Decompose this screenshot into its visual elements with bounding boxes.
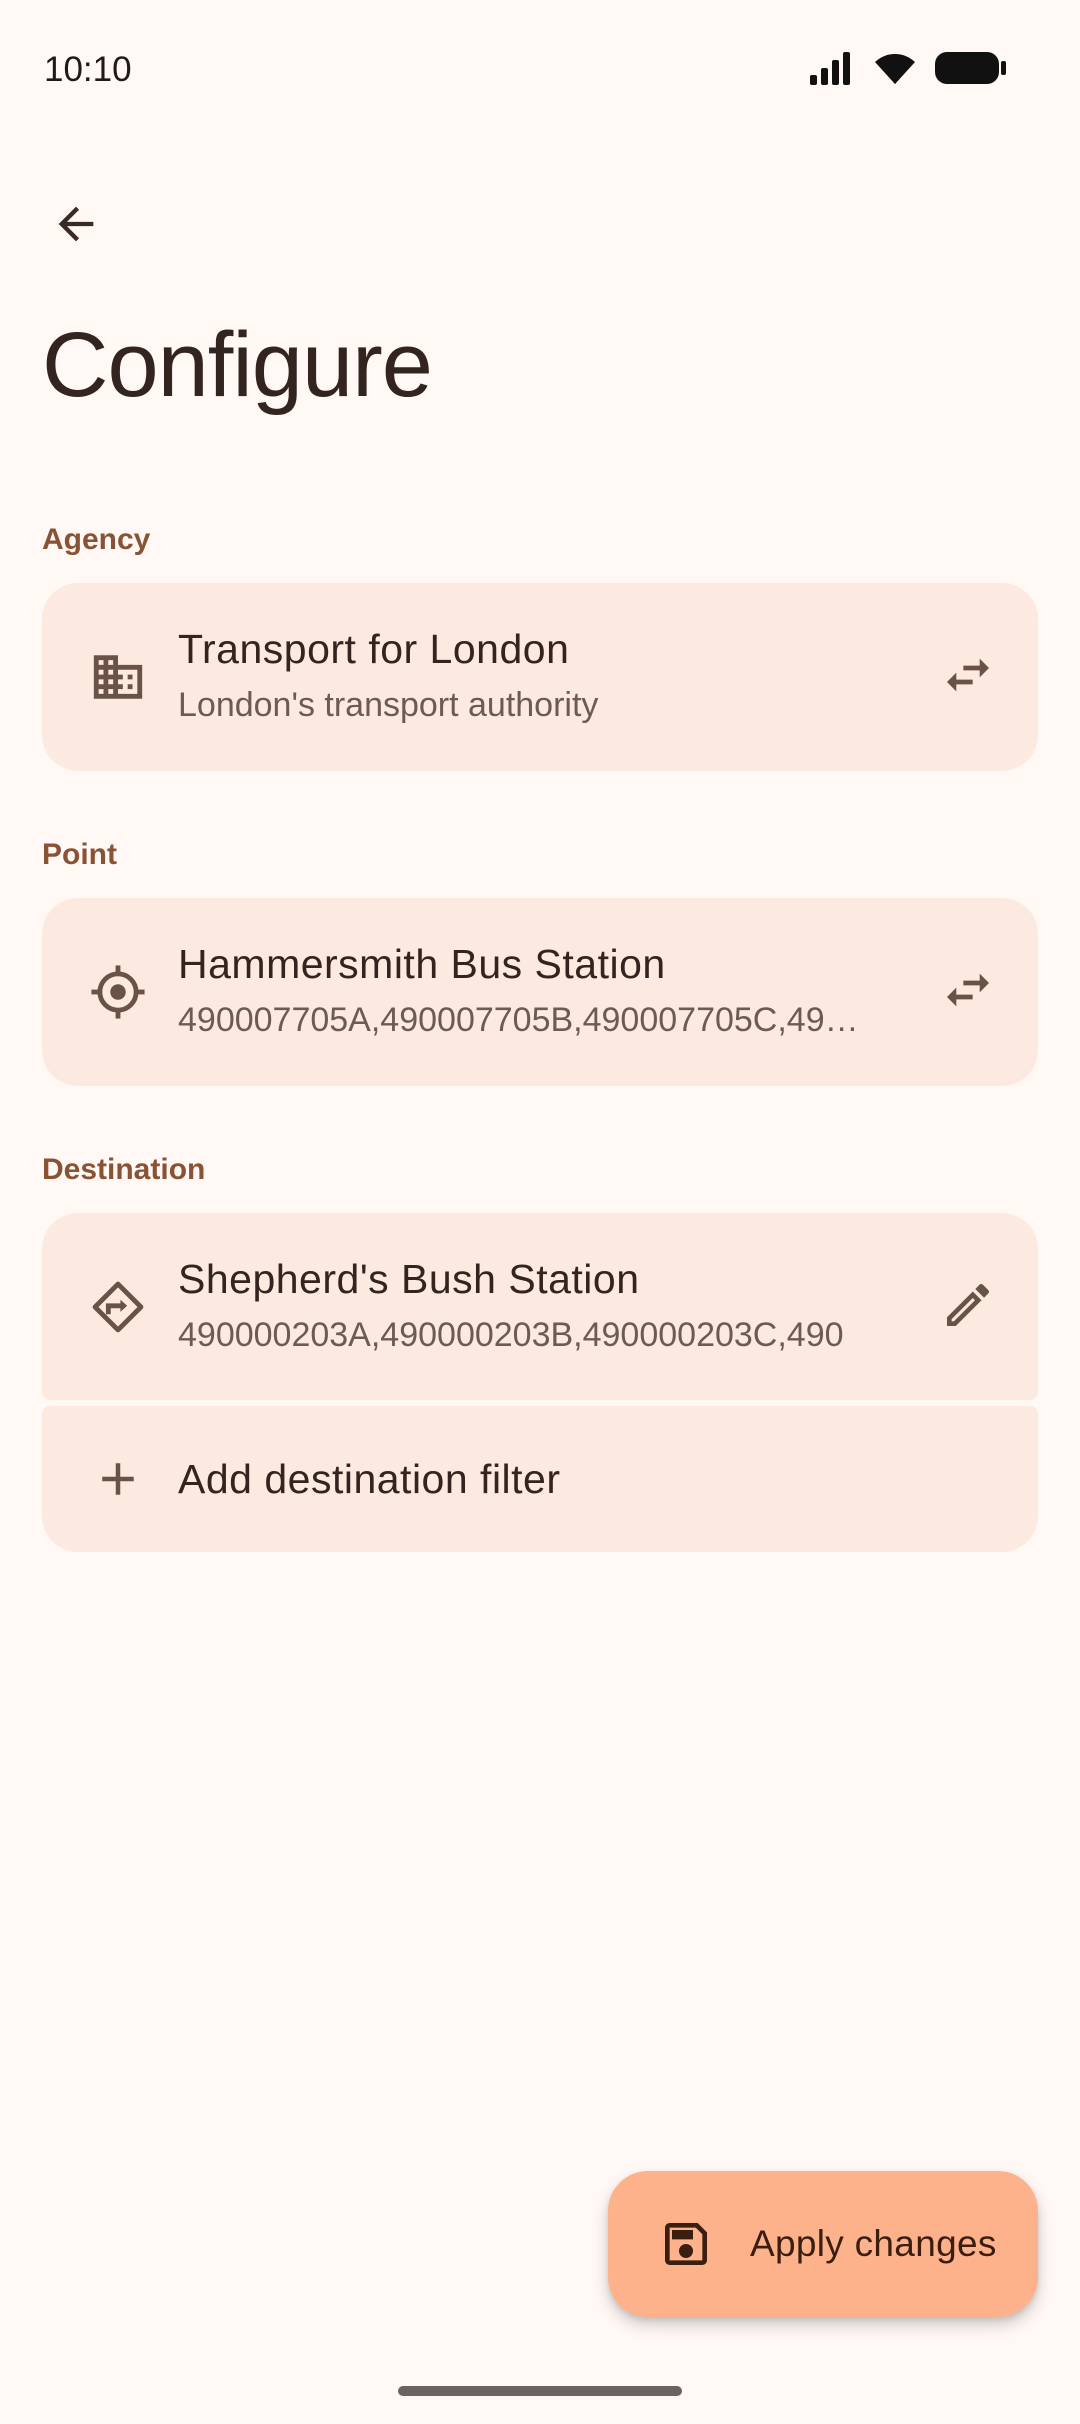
add-destination-filter-button[interactable]: Add destination filter (42, 1406, 1038, 1552)
section-label-point: Point (42, 838, 117, 871)
point-card[interactable]: Hammersmith Bus Station 490007705A,49000… (42, 898, 1038, 1086)
apply-changes-button[interactable]: Apply changes (608, 2171, 1038, 2317)
directions-icon (86, 1275, 150, 1339)
status-bar: 10:10 (0, 0, 1080, 140)
destination-title: Shepherd's Bush Station (178, 1256, 640, 1302)
agency-title: Transport for London (178, 626, 570, 672)
change-agency-button[interactable] (926, 635, 1010, 719)
wifi-icon (872, 50, 918, 91)
point-subtitle: 490007705A,490007705B,490007705C,49… (178, 1001, 859, 1039)
status-icons (808, 50, 1008, 90)
save-icon (656, 2214, 716, 2274)
battery-icon (934, 50, 1008, 91)
target-icon (86, 960, 150, 1024)
destination-card-text: Shepherd's Bush Station 490000203A,49000… (178, 1253, 908, 1357)
agency-card-text: Transport for London London's transport … (178, 623, 908, 727)
home-indicator[interactable] (398, 2386, 682, 2396)
point-card-text: Hammersmith Bus Station 490007705A,49000… (178, 938, 908, 1042)
plus-icon (86, 1447, 150, 1511)
add-filter-text: Add destination filter (178, 1453, 908, 1505)
change-point-button[interactable] (926, 950, 1010, 1034)
arrow-back-icon (50, 198, 102, 255)
destination-card[interactable]: Shepherd's Bush Station 490000203A,49000… (42, 1213, 1038, 1400)
swap-icon (940, 962, 996, 1023)
swap-icon (940, 647, 996, 708)
signal-icon (808, 51, 856, 90)
agency-card[interactable]: Transport for London London's transport … (42, 583, 1038, 771)
point-title: Hammersmith Bus Station (178, 941, 666, 987)
agency-subtitle: London's transport authority (178, 686, 599, 724)
apply-changes-label: Apply changes (750, 2223, 997, 2264)
edit-icon (940, 1277, 996, 1338)
page-title: Configure (42, 314, 433, 416)
add-filter-label: Add destination filter (178, 1456, 561, 1502)
building-icon (86, 645, 150, 709)
section-label-destination: Destination (42, 1153, 206, 1186)
back-button[interactable] (40, 190, 112, 262)
edit-destination-button[interactable] (926, 1265, 1010, 1349)
section-label-agency: Agency (42, 523, 151, 556)
destination-subtitle: 490000203A,490000203B,490000203C,490 (178, 1316, 844, 1354)
status-time: 10:10 (44, 50, 132, 89)
